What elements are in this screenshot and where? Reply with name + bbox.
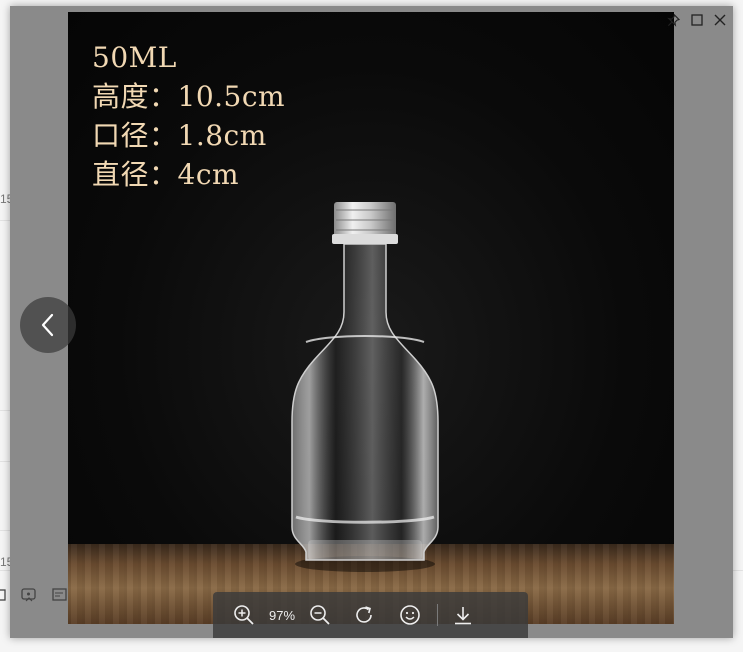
download-button[interactable]	[446, 598, 480, 632]
close-icon	[714, 14, 726, 26]
video-icon	[52, 588, 67, 601]
viewed-image: 50ML 高度：10.5cm 口径：1.8cm 直径：4cm	[68, 12, 674, 624]
screenshot-icon	[21, 588, 36, 602]
maximize-button[interactable]	[686, 10, 708, 30]
rotate-button[interactable]	[347, 598, 381, 632]
download-icon	[455, 607, 471, 625]
spec-mouth-diameter: 口径：1.8cm	[92, 119, 267, 152]
viewer-toolbar: 97%	[213, 592, 528, 638]
chat-toolbar-icon[interactable]	[0, 588, 6, 605]
zoom-level: 97%	[268, 607, 296, 623]
chevron-left-icon	[41, 313, 54, 337]
chat-toolbar-icon[interactable]	[21, 588, 37, 605]
image-viewer-window: 50ML 高度：10.5cm 口径：1.8cm 直径：4cm 97%	[10, 6, 733, 638]
zoom-in-icon	[234, 605, 254, 625]
chat-toolbar-icon[interactable]	[52, 588, 70, 605]
zoom-out-button[interactable]	[303, 598, 337, 632]
close-button[interactable]	[709, 10, 731, 30]
emoji-button[interactable]	[393, 598, 427, 632]
rotate-icon	[356, 606, 372, 623]
spec-capacity: 50ML	[92, 41, 177, 74]
pin-icon	[666, 13, 680, 27]
previous-image-button[interactable]	[20, 297, 76, 353]
folder-icon	[0, 589, 6, 601]
pin-button[interactable]	[662, 10, 684, 30]
zoom-in-button[interactable]	[227, 598, 261, 632]
zoom-out-icon	[310, 605, 330, 625]
maximize-icon	[691, 14, 703, 26]
toolbar-separator	[437, 604, 438, 626]
emoji-icon	[400, 605, 420, 625]
spec-height: 高度：10.5cm	[92, 80, 286, 113]
spec-overlay-text: 50ML 高度：10.5cm 口径：1.8cm 直径：4cm	[92, 38, 285, 194]
spec-diameter: 直径：4cm	[92, 158, 240, 191]
